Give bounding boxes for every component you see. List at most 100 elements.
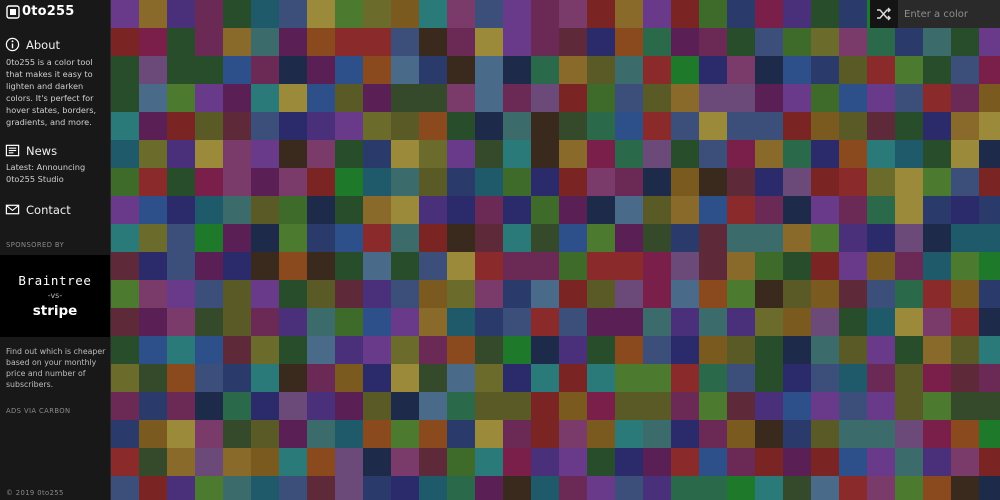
- color-swatch[interactable]: [139, 392, 167, 420]
- color-swatch[interactable]: [559, 84, 587, 112]
- color-swatch[interactable]: [531, 308, 559, 336]
- color-swatch[interactable]: [699, 364, 727, 392]
- color-swatch[interactable]: [251, 364, 279, 392]
- color-swatch[interactable]: [867, 364, 895, 392]
- color-swatch[interactable]: [979, 224, 1000, 252]
- color-swatch[interactable]: [139, 112, 167, 140]
- color-swatch[interactable]: [615, 140, 643, 168]
- color-swatch[interactable]: [223, 140, 251, 168]
- color-swatch[interactable]: [167, 448, 195, 476]
- color-swatch[interactable]: [755, 252, 783, 280]
- color-swatch[interactable]: [727, 224, 755, 252]
- color-swatch[interactable]: [167, 0, 195, 28]
- color-swatch[interactable]: [363, 0, 391, 28]
- color-swatch[interactable]: [307, 112, 335, 140]
- color-swatch[interactable]: [615, 336, 643, 364]
- color-swatch[interactable]: [223, 196, 251, 224]
- color-swatch[interactable]: [643, 140, 671, 168]
- color-swatch[interactable]: [139, 364, 167, 392]
- color-swatch[interactable]: [951, 28, 979, 56]
- color-swatch[interactable]: [419, 0, 447, 28]
- color-swatch[interactable]: [111, 140, 139, 168]
- color-swatch[interactable]: [671, 196, 699, 224]
- ad-via[interactable]: ADS VIA CARBON: [6, 407, 71, 415]
- color-swatch[interactable]: [895, 196, 923, 224]
- color-swatch[interactable]: [279, 476, 307, 500]
- color-swatch[interactable]: [923, 336, 951, 364]
- color-swatch[interactable]: [643, 84, 671, 112]
- color-swatch[interactable]: [867, 168, 895, 196]
- color-swatch[interactable]: [839, 28, 867, 56]
- color-swatch[interactable]: [223, 252, 251, 280]
- color-swatch[interactable]: [811, 224, 839, 252]
- color-swatch[interactable]: [615, 168, 643, 196]
- color-swatch[interactable]: [223, 112, 251, 140]
- color-swatch[interactable]: [867, 224, 895, 252]
- color-swatch[interactable]: [755, 140, 783, 168]
- color-swatch[interactable]: [335, 112, 363, 140]
- color-swatch[interactable]: [279, 364, 307, 392]
- color-swatch[interactable]: [979, 112, 1000, 140]
- color-swatch[interactable]: [587, 336, 615, 364]
- color-swatch[interactable]: [727, 336, 755, 364]
- color-swatch[interactable]: [279, 448, 307, 476]
- color-swatch[interactable]: [671, 112, 699, 140]
- color-swatch[interactable]: [335, 140, 363, 168]
- color-swatch[interactable]: [587, 364, 615, 392]
- color-swatch[interactable]: [307, 140, 335, 168]
- color-swatch[interactable]: [923, 196, 951, 224]
- color-swatch[interactable]: [475, 448, 503, 476]
- color-swatch[interactable]: [699, 56, 727, 84]
- color-swatch[interactable]: [195, 252, 223, 280]
- color-swatch[interactable]: [279, 280, 307, 308]
- color-swatch[interactable]: [839, 308, 867, 336]
- color-swatch[interactable]: [195, 392, 223, 420]
- color-swatch[interactable]: [755, 112, 783, 140]
- color-swatch[interactable]: [223, 476, 251, 500]
- color-swatch[interactable]: [979, 420, 1000, 448]
- color-swatch[interactable]: [671, 280, 699, 308]
- color-swatch[interactable]: [279, 140, 307, 168]
- color-swatch[interactable]: [783, 196, 811, 224]
- color-swatch[interactable]: [839, 448, 867, 476]
- color-swatch[interactable]: [391, 364, 419, 392]
- color-swatch[interactable]: [195, 140, 223, 168]
- color-swatch[interactable]: [167, 308, 195, 336]
- color-swatch[interactable]: [671, 28, 699, 56]
- color-swatch[interactable]: [811, 252, 839, 280]
- color-swatch[interactable]: [643, 56, 671, 84]
- color-swatch[interactable]: [167, 168, 195, 196]
- color-swatch[interactable]: [699, 308, 727, 336]
- color-swatch[interactable]: [475, 476, 503, 500]
- color-swatch[interactable]: [587, 0, 615, 28]
- color-swatch[interactable]: [559, 56, 587, 84]
- color-swatch[interactable]: [391, 252, 419, 280]
- color-swatch[interactable]: [839, 168, 867, 196]
- color-swatch[interactable]: [503, 336, 531, 364]
- color-swatch[interactable]: [727, 420, 755, 448]
- color-swatch[interactable]: [699, 252, 727, 280]
- color-swatch[interactable]: [839, 420, 867, 448]
- color-swatch[interactable]: [531, 140, 559, 168]
- color-swatch[interactable]: [559, 420, 587, 448]
- color-swatch[interactable]: [839, 84, 867, 112]
- color-swatch[interactable]: [531, 252, 559, 280]
- color-swatch[interactable]: [447, 196, 475, 224]
- color-swatch[interactable]: [699, 420, 727, 448]
- color-swatch[interactable]: [727, 308, 755, 336]
- color-swatch[interactable]: [979, 448, 1000, 476]
- color-swatch[interactable]: [811, 420, 839, 448]
- color-swatch[interactable]: [755, 364, 783, 392]
- color-swatch[interactable]: [615, 308, 643, 336]
- color-swatch[interactable]: [447, 84, 475, 112]
- color-swatch[interactable]: [811, 476, 839, 500]
- color-swatch[interactable]: [419, 168, 447, 196]
- color-swatch[interactable]: [839, 336, 867, 364]
- color-swatch[interactable]: [615, 476, 643, 500]
- color-swatch[interactable]: [811, 140, 839, 168]
- color-swatch[interactable]: [979, 252, 1000, 280]
- color-swatch[interactable]: [671, 420, 699, 448]
- color-swatch[interactable]: [839, 476, 867, 500]
- color-swatch[interactable]: [475, 196, 503, 224]
- color-swatch[interactable]: [503, 224, 531, 252]
